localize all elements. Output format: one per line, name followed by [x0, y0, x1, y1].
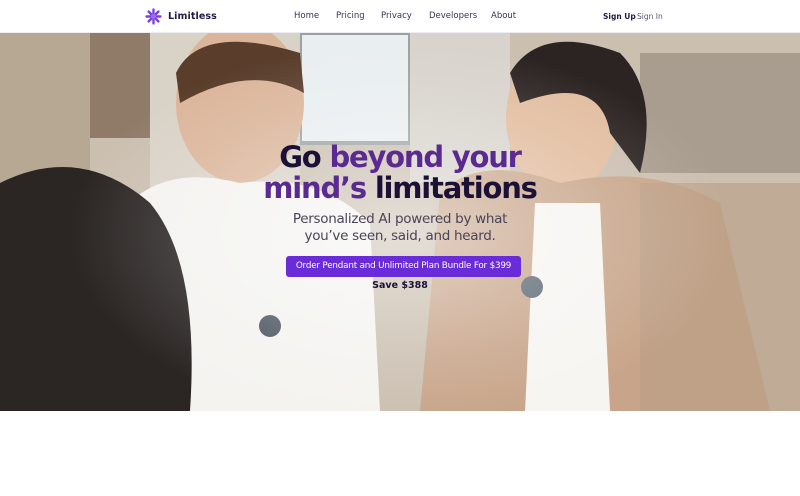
subheadline-line-2: you’ve seen, said, and heard. [304, 228, 496, 244]
hero-section: Go beyond your mind’s limitations Person… [0, 33, 800, 411]
main-nav: Home Pricing Privacy Developers About [0, 11, 800, 23]
subheadline-line-1: Personalized AI powered by what [292, 211, 508, 227]
headline-word-limitations: limitations [374, 171, 538, 205]
hero-headline: Go beyond your mind’s limitations [150, 142, 650, 204]
headline-word-minds: mind’s [263, 171, 375, 205]
headline-line-2: mind’s limitations [150, 173, 650, 204]
savings-text: Save $388 [372, 280, 428, 291]
page-content-below-hero [0, 411, 800, 496]
order-bundle-button[interactable]: Order Pendant and Unlimited Plan Bundle … [286, 256, 521, 277]
sign-up-link[interactable]: Sign Up [603, 12, 636, 21]
headline-line-1: Go beyond your [150, 142, 650, 173]
sign-in-link[interactable]: Sign In [637, 12, 663, 21]
nav-link-about[interactable]: About [491, 11, 516, 21]
nav-link-home[interactable]: Home [294, 11, 319, 21]
hero-subheadline: Personalized AI powered by what you’ve s… [200, 211, 600, 245]
top-navigation-bar: Limitless Home Pricing Privacy Developer… [0, 0, 800, 33]
nav-link-pricing[interactable]: Pricing [336, 11, 365, 21]
nav-link-privacy[interactable]: Privacy [381, 11, 412, 21]
headline-word-go: Go [279, 140, 330, 174]
headline-phrase-beyond: beyond your [329, 140, 522, 174]
nav-link-developers[interactable]: Developers [429, 11, 477, 21]
